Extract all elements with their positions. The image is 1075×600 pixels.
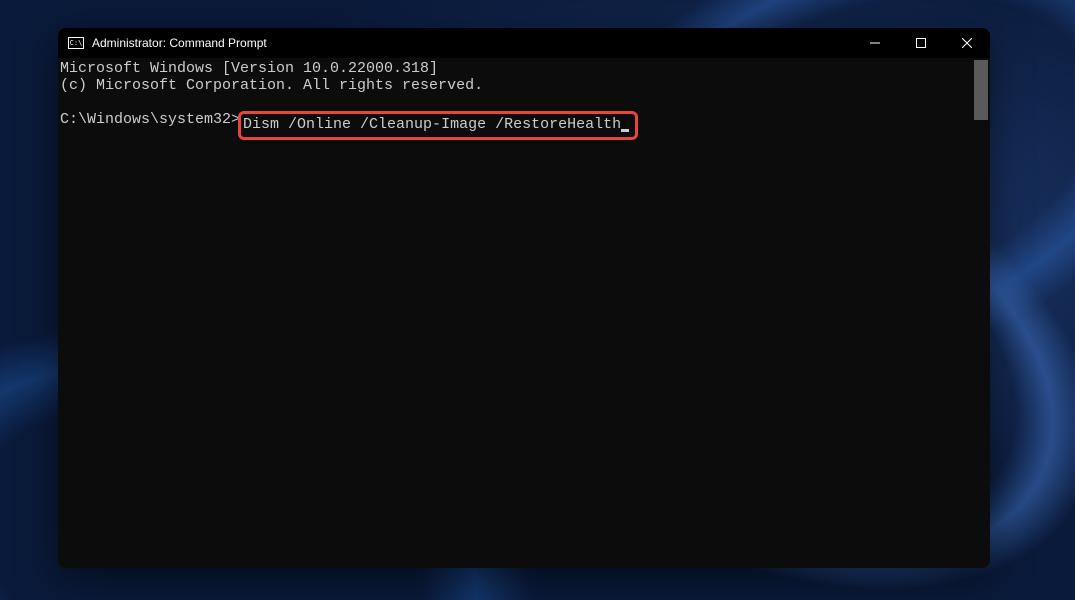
prompt-line: C:\Windows\system32>Dism /Online /Cleanu… bbox=[60, 111, 990, 140]
maximize-button[interactable] bbox=[898, 28, 944, 58]
cmd-icon: C:\ bbox=[68, 37, 84, 49]
version-line: Microsoft Windows [Version 10.0.22000.31… bbox=[60, 60, 990, 77]
titlebar[interactable]: C:\ Administrator: Command Prompt bbox=[58, 28, 990, 58]
scrollbar-thumb[interactable] bbox=[974, 60, 988, 120]
window-title: Administrator: Command Prompt bbox=[92, 36, 852, 50]
command-highlight: Dism /Online /Cleanup-Image /RestoreHeal… bbox=[238, 111, 638, 140]
close-button[interactable] bbox=[944, 28, 990, 58]
text-cursor bbox=[621, 129, 629, 132]
copyright-line: (c) Microsoft Corporation. All rights re… bbox=[60, 77, 990, 94]
command-prompt-window: C:\ Administrator: Command Prompt Micros… bbox=[58, 28, 990, 568]
command-text: Dism /Online /Cleanup-Image /RestoreHeal… bbox=[243, 116, 621, 133]
terminal-area[interactable]: Microsoft Windows [Version 10.0.22000.31… bbox=[58, 58, 990, 568]
prompt-text: C:\Windows\system32> bbox=[60, 111, 240, 128]
minimize-button[interactable] bbox=[852, 28, 898, 58]
window-controls bbox=[852, 28, 990, 58]
